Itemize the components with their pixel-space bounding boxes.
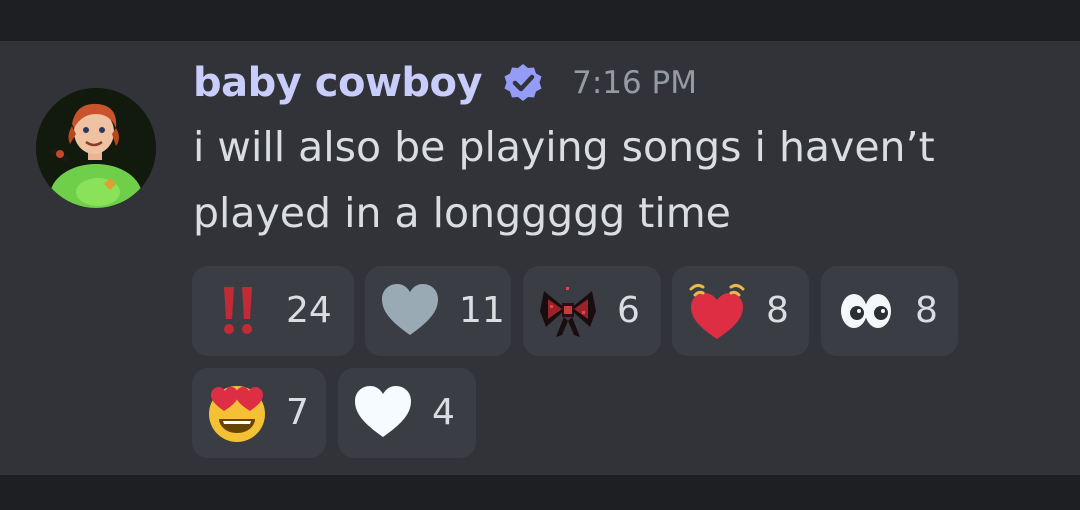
reaction-red-black-bow[interactable]: 6 [523, 266, 661, 356]
double-exclamation-emoji [207, 281, 267, 341]
reaction-heart-eyes[interactable]: 7 [192, 368, 326, 458]
timestamp: 7:16 PM [572, 65, 698, 101]
beating-red-heart-emoji [687, 281, 747, 341]
reaction-white-heart[interactable]: 4 [338, 368, 476, 458]
reaction-count: 11 [459, 290, 505, 331]
red-black-bow-custom-emoji [538, 281, 598, 341]
message-header: baby cowboy 7:16 PM [193, 58, 697, 108]
avatar-image [36, 88, 156, 208]
message-content: i will also be playing songs i haven’t p… [193, 123, 935, 237]
reaction-count: 7 [286, 392, 309, 433]
username[interactable]: baby cowboy [193, 60, 483, 106]
verified-check-icon[interactable] [502, 62, 544, 104]
reaction-count: 6 [617, 290, 640, 331]
eyes-emoji [836, 281, 896, 341]
reaction-count: 8 [915, 290, 938, 331]
avatar[interactable] [36, 88, 156, 208]
message-row: baby cowboy 7:16 PM i will also be playi… [0, 41, 1080, 475]
white-heart-emoji [353, 383, 413, 443]
reaction-count: 8 [766, 290, 789, 331]
heart-eyes-face-emoji [207, 383, 267, 443]
reaction-beating-heart[interactable]: 8 [672, 266, 809, 356]
reaction-count: 24 [286, 290, 332, 331]
reaction-eyes[interactable]: 8 [821, 266, 958, 356]
reaction-count: 4 [432, 392, 455, 433]
reaction-double-exclamation[interactable]: 24 [192, 266, 354, 356]
grey-heart-emoji [380, 281, 440, 341]
reaction-grey-heart[interactable]: 11 [365, 266, 511, 356]
